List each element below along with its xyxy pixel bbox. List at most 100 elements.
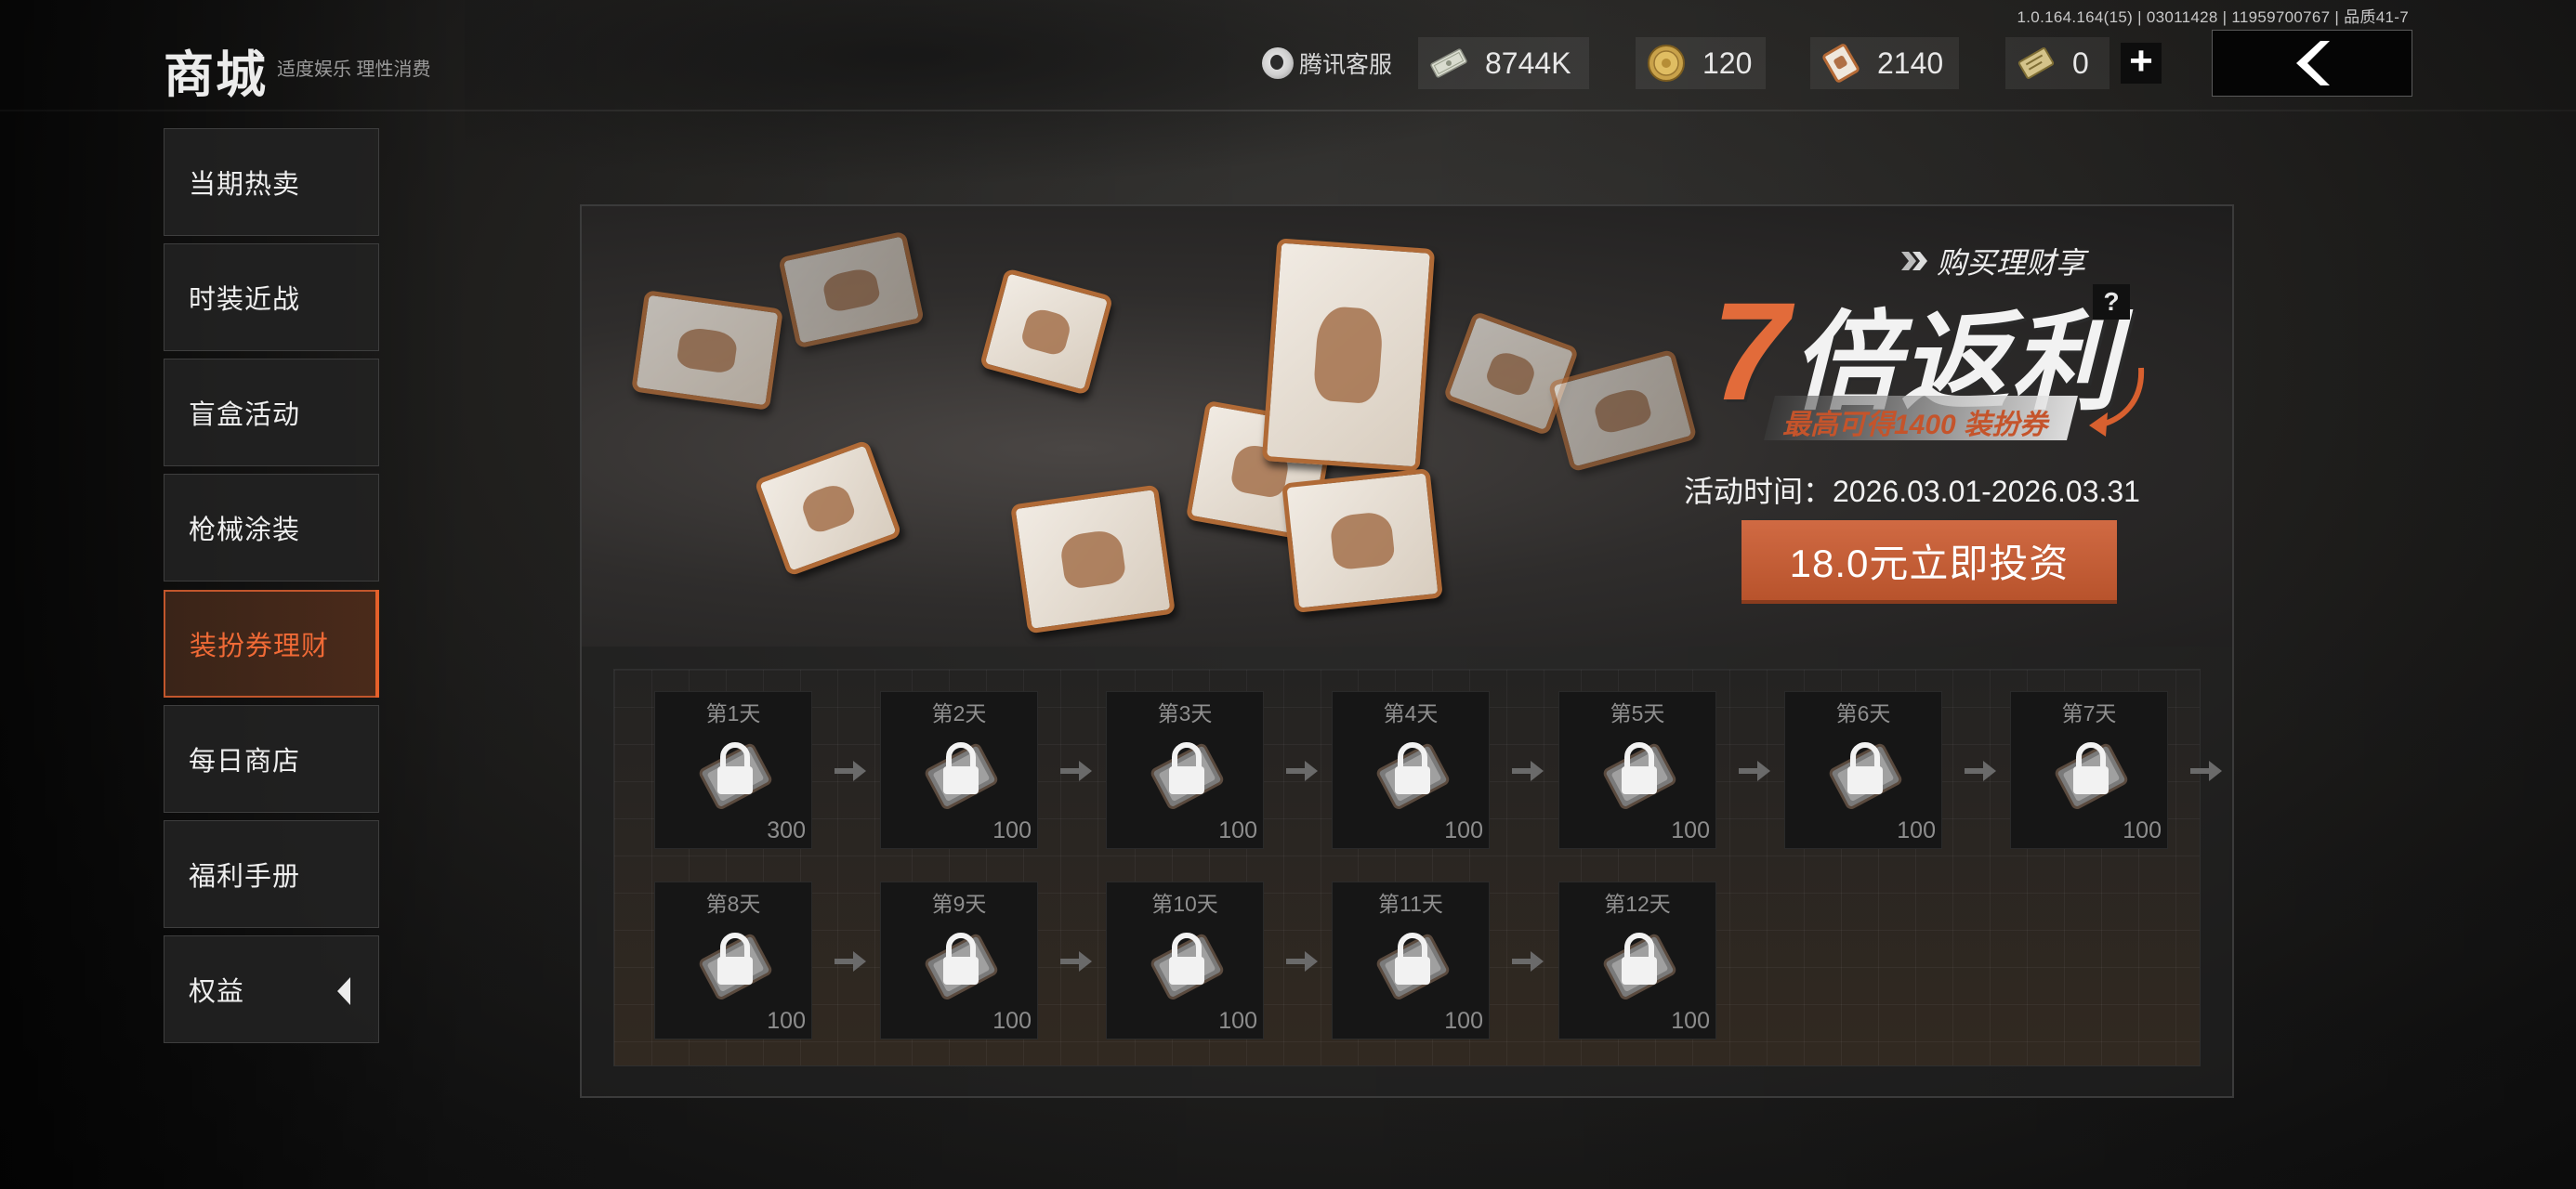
promo-sub-headline: 最高可得1400 装扮券 — [1782, 410, 2048, 440]
arrow-right-icon — [833, 948, 870, 979]
day-reward-amount: 100 — [1671, 1008, 1710, 1034]
help-button[interactable]: ? — [2093, 284, 2130, 320]
day-reward-label: 第12天 — [1604, 892, 1671, 916]
day-reward-card[interactable]: 第5天 100 — [1558, 691, 1716, 849]
sidebar-item-welfare-handbook[interactable]: 福利手册 — [164, 820, 379, 928]
currency-voucher[interactable]: 2140 — [1810, 37, 1959, 89]
day-reward-card[interactable]: 第9天 100 — [880, 882, 1038, 1039]
locked-voucher-icon — [2048, 735, 2134, 814]
sidebar-item-weapon-skins[interactable]: 枪械涂装 — [164, 474, 379, 581]
background-decoration — [465, 0, 1580, 186]
decorative-card — [778, 230, 925, 349]
sidebar-item-label: 装扮券理财 — [190, 632, 330, 661]
sidebar-item-label: 当期热卖 — [189, 170, 301, 200]
arrow-right-icon — [2188, 758, 2226, 789]
decorative-card — [1281, 468, 1443, 613]
header-divider — [0, 110, 2576, 111]
ticket-icon — [2015, 42, 2057, 85]
day-reward-card[interactable]: 第3天 100 — [1106, 691, 1264, 849]
day-reward-amount: 300 — [767, 817, 806, 843]
day-reward-amount: 100 — [767, 1008, 806, 1034]
locked-voucher-icon — [692, 735, 778, 814]
day-reward-label: 第3天 — [1157, 701, 1213, 725]
decorative-card — [631, 290, 783, 411]
sidebar-item-label: 权益 — [189, 977, 245, 1007]
day-reward-amount: 100 — [1444, 1008, 1483, 1034]
decorative-card — [979, 268, 1114, 396]
arrow-right-icon — [1963, 758, 2000, 789]
sidebar-item-label: 每日商店 — [189, 747, 301, 777]
day-reward-amount: 100 — [1671, 817, 1710, 843]
back-button[interactable] — [2212, 30, 2412, 97]
chevron-left-icon — [2296, 41, 2330, 85]
sidebar-item-blind-box[interactable]: 盲盒活动 — [164, 359, 379, 466]
sidebar-item-fashion-melee[interactable]: 时装近战 — [164, 243, 379, 351]
day-reward-card[interactable]: 第11天 100 — [1332, 882, 1490, 1039]
day-reward-label: 第10天 — [1151, 892, 1218, 916]
arrow-right-icon — [833, 758, 870, 789]
day-reward-label: 第9天 — [931, 892, 987, 916]
locked-voucher-icon — [692, 925, 778, 1004]
version-info: 1.0.164.164(15) | 03011428 | 11959700767… — [2017, 8, 2409, 26]
day-reward-amount: 100 — [2123, 817, 2162, 843]
day-reward-amount: 100 — [992, 817, 1032, 843]
currency-ticket[interactable]: 0 — [2005, 37, 2109, 89]
locked-voucher-icon — [1597, 925, 1682, 1004]
currency-gold-coin[interactable]: 120 — [1636, 37, 1766, 89]
sidebar-item-label: 福利手册 — [189, 862, 301, 892]
page-subtitle: 适度娱乐 理性消费 — [277, 59, 431, 80]
day-reward-amount: 100 — [1218, 817, 1257, 843]
day-reward-amount: 100 — [1444, 817, 1483, 843]
locked-voucher-icon — [1144, 925, 1229, 1004]
arrow-right-icon — [1284, 948, 1321, 979]
arrow-right-icon — [1737, 758, 1774, 789]
sidebar-item-hot-sale[interactable]: 当期热卖 — [164, 128, 379, 236]
day-reward-label: 第5天 — [1610, 701, 1665, 725]
sidebar-item-label: 时装近战 — [189, 285, 301, 315]
day-reward-label: 第1天 — [705, 701, 761, 725]
day-reward-card[interactable]: 第2天 100 — [880, 691, 1038, 849]
invest-button[interactable]: 18.0元立即投资 — [1741, 520, 2117, 604]
day-reward-amount: 100 — [1218, 1008, 1257, 1034]
sidebar-item-daily-shop[interactable]: 每日商店 — [164, 705, 379, 813]
day-reward-card[interactable]: 第12天 100 — [1558, 882, 1716, 1039]
customer-service-button[interactable]: 腾讯客服 — [1262, 45, 1392, 82]
day-reward-amount: 100 — [992, 1008, 1032, 1034]
currency-cash[interactable]: 8744K — [1418, 37, 1589, 89]
locked-voucher-icon — [918, 735, 1004, 814]
cash-icon — [1427, 42, 1470, 85]
arrow-right-icon — [1510, 758, 1547, 789]
chevron-left-icon — [337, 977, 350, 1005]
customer-service-label: 腾讯客服 — [1299, 52, 1393, 78]
event-time: 活动时间：2026.03.01-2026.03.31 — [1684, 475, 2140, 508]
add-currency-button[interactable]: + — [2121, 41, 2162, 84]
day-reward-amount: 100 — [1897, 817, 1936, 843]
day-reward-card[interactable]: 第4天 100 — [1332, 691, 1490, 849]
currency-gold-coin-amount: 120 — [1702, 46, 1753, 80]
day-reward-label: 第7天 — [2061, 701, 2117, 725]
currency-voucher-amount: 2140 — [1877, 46, 1944, 80]
customer-service-icon — [1262, 47, 1294, 79]
decorative-card — [754, 439, 902, 577]
voucher-icon — [1820, 42, 1862, 85]
day-reward-card[interactable]: 第8天 100 — [654, 882, 812, 1039]
day-reward-card[interactable]: 第1天 300 — [654, 691, 812, 849]
arrow-right-icon — [1510, 948, 1547, 979]
day-reward-card[interactable]: 第7天 100 — [2010, 691, 2168, 849]
locked-voucher-icon — [1822, 735, 1908, 814]
decorative-card — [1010, 484, 1176, 634]
day-reward-card[interactable]: 第10天 100 — [1106, 882, 1264, 1039]
day-reward-label: 第8天 — [705, 892, 761, 916]
sidebar-item-voucher-finance[interactable]: 装扮券理财 — [164, 590, 379, 698]
locked-voucher-icon — [918, 925, 1004, 1004]
locked-voucher-icon — [1144, 735, 1229, 814]
double-chevron-right-icon — [1901, 252, 1927, 270]
locked-voucher-icon — [1597, 735, 1682, 814]
locked-voucher-icon — [1370, 735, 1455, 814]
sidebar-item-benefits[interactable]: 权益 — [164, 935, 379, 1043]
locked-voucher-icon — [1370, 925, 1455, 1004]
day-reward-label: 第2天 — [931, 701, 987, 725]
gold-coin-icon — [1645, 42, 1688, 85]
curved-arrow-icon — [2089, 367, 2145, 437]
day-reward-card[interactable]: 第6天 100 — [1784, 691, 1942, 849]
